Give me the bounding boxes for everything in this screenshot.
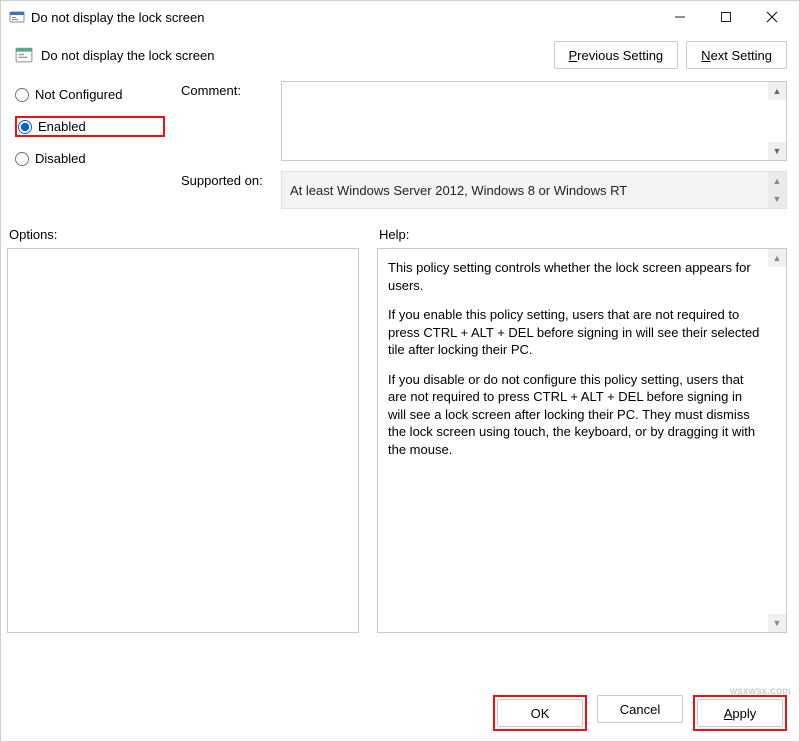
options-help-sections: Options: Help: This policy setting contr… (1, 213, 799, 633)
state-radiogroup: Not Configured Enabled Disabled (15, 81, 165, 209)
comment-scroll-down[interactable]: ▼ (768, 142, 786, 160)
help-scroll-up[interactable]: ▲ (768, 249, 786, 267)
apply-highlight: Apply (693, 695, 787, 731)
help-paragraph: If you disable or do not configure this … (388, 371, 762, 459)
window-title: Do not display the lock screen (31, 10, 204, 25)
help-label: Help: (377, 227, 787, 248)
radio-not-configured-label: Not Configured (35, 87, 122, 102)
help-paragraph: If you enable this policy setting, users… (388, 306, 762, 359)
fields: Comment: ▲ ▼ Supported on: At least Wind… (181, 81, 787, 209)
policy-settings-window: Do not display the lock screen Do not di… (0, 0, 800, 742)
close-button[interactable] (749, 1, 795, 33)
footer-buttons: OK Cancel Apply (493, 695, 787, 731)
radio-not-configured-input[interactable] (15, 88, 29, 102)
supported-on-value: At least Windows Server 2012, Windows 8 … (281, 171, 787, 209)
policy-object-icon (15, 46, 33, 64)
options-label: Options: (7, 227, 359, 248)
policy-title: Do not display the lock screen (41, 48, 214, 63)
supported-on-label: Supported on: (181, 171, 271, 188)
policy-object-icon (9, 9, 25, 25)
radio-disabled-label: Disabled (35, 151, 86, 166)
apply-button[interactable]: Apply (697, 699, 783, 727)
supported-scroll-up[interactable]: ▲ (768, 172, 786, 190)
options-column: Options: (7, 227, 359, 633)
watermark: wsxwsx.com (730, 686, 791, 697)
help-paragraph: This policy setting controls whether the… (388, 259, 762, 294)
header-row: Do not display the lock screen Previous … (1, 33, 799, 77)
radio-enabled-highlight: Enabled (15, 116, 165, 137)
supported-scroll-down[interactable]: ▼ (768, 190, 786, 208)
options-panel (7, 248, 359, 633)
minimize-button[interactable] (657, 1, 703, 33)
supported-on-text: At least Windows Server 2012, Windows 8 … (290, 183, 627, 198)
help-panel: This policy setting controls whether the… (377, 248, 787, 633)
help-scroll-down[interactable]: ▼ (768, 614, 786, 632)
comment-label: Comment: (181, 81, 271, 98)
maximize-button[interactable] (703, 1, 749, 33)
ok-highlight: OK (493, 695, 587, 731)
radio-enabled-input[interactable] (18, 120, 32, 134)
radio-enabled-label: Enabled (38, 119, 86, 134)
radio-not-configured[interactable]: Not Configured (15, 87, 165, 102)
comment-textarea[interactable]: ▲ ▼ (281, 81, 787, 161)
radio-disabled[interactable]: Disabled (15, 151, 165, 166)
radio-disabled-input[interactable] (15, 152, 29, 166)
next-setting-button[interactable]: Next Setting (686, 41, 787, 69)
config-row: Not Configured Enabled Disabled Comment:… (1, 77, 799, 213)
cancel-button[interactable]: Cancel (597, 695, 683, 723)
help-column: Help: This policy setting controls wheth… (377, 227, 787, 633)
titlebar: Do not display the lock screen (1, 1, 799, 33)
comment-scroll-up[interactable]: ▲ (768, 82, 786, 100)
previous-setting-button[interactable]: Previous Setting (554, 41, 679, 69)
radio-enabled[interactable]: Enabled (18, 119, 86, 134)
ok-button[interactable]: OK (497, 699, 583, 727)
